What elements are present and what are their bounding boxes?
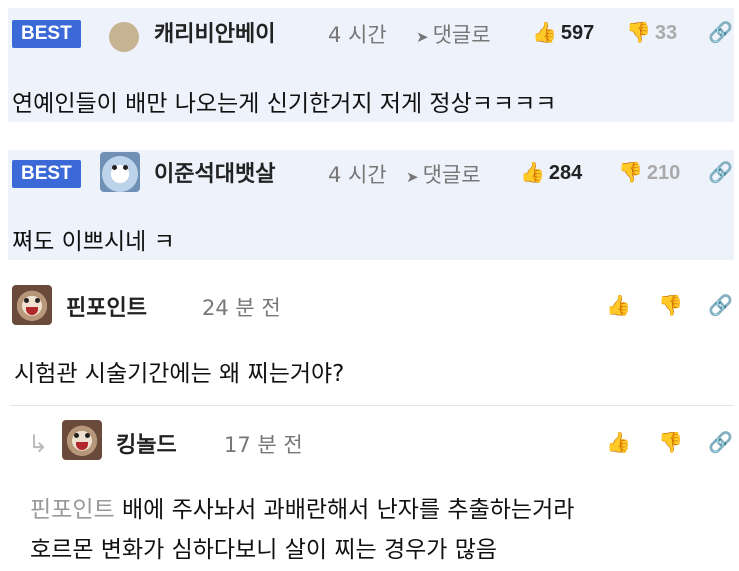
avatar[interactable] bbox=[12, 285, 52, 325]
comment-text: 연예인들이 배만 나오는게 신기한거지 저게 정상ㅋㅋㅋㅋ bbox=[12, 91, 557, 117]
avatar-eye bbox=[74, 433, 79, 438]
comment-time: 4 시간 bbox=[328, 23, 387, 47]
comment-author[interactable]: 핀포인트 bbox=[66, 290, 147, 322]
mention-link[interactable]: 핀포인트 bbox=[30, 497, 115, 523]
avatar[interactable] bbox=[100, 152, 140, 192]
comment-author[interactable]: 이준석대뱃살 bbox=[154, 156, 275, 188]
thumbs-up-icon: 👍 bbox=[532, 20, 557, 44]
thumbs-up-icon: 👍 bbox=[520, 160, 545, 184]
comment-time: 17 분 전 bbox=[224, 433, 303, 457]
reply-to-label: 댓글로 bbox=[432, 23, 491, 47]
comment: 핀포인트 24 분 전 👍 👎 🔗 시험관 시술기간에는 왜 찌는거야? bbox=[0, 275, 739, 400]
avatar[interactable] bbox=[109, 22, 139, 52]
divider bbox=[10, 405, 734, 406]
link-icon[interactable]: 🔗 bbox=[708, 293, 733, 317]
thumbs-up-icon: 👍 bbox=[606, 293, 631, 317]
thumbs-down-icon: 👎 bbox=[658, 430, 683, 454]
comment-time: 24 분 전 bbox=[202, 296, 281, 320]
reply-comment: ↳ 킹놀드 17 분 전 👍 👎 🔗 핀포인트 배에 주사놔서 과배란해서 난자… bbox=[0, 410, 739, 571]
best-badge: BEST bbox=[12, 20, 81, 48]
avatar-eye bbox=[112, 165, 117, 170]
like-button[interactable]: 👍 597 bbox=[532, 20, 594, 45]
nested-reply-icon: ↳ bbox=[28, 430, 49, 458]
comment-time: 4 시간 bbox=[328, 163, 387, 187]
reply-text: 배에 주사놔서 과배란해서 난자를 추출하는거라 bbox=[121, 497, 575, 523]
send-icon: ➤ bbox=[416, 28, 429, 46]
thumbs-down-icon: 👎 bbox=[626, 20, 651, 44]
comment-text-line-2: 호르몬 변화가 심하다보니 살이 찌는 경우가 많음 bbox=[30, 537, 498, 563]
reply-to-label: 댓글로 bbox=[422, 163, 481, 187]
reply-to-button[interactable]: ➤ 댓글로 bbox=[416, 19, 491, 49]
comment-text: 시험관 시술기간에는 왜 찌는거야? bbox=[14, 361, 345, 387]
like-button[interactable]: 👍 284 bbox=[520, 160, 582, 185]
like-button[interactable]: 👍 bbox=[606, 430, 631, 454]
avatar-mouth bbox=[76, 442, 88, 450]
dislike-button[interactable]: 👎 210 bbox=[618, 160, 680, 185]
comment-best-2: BEST 이준석대뱃살 4 시간 ➤ 댓글로 👍 284 👎 210 🔗 쪄도 이쁘시… bbox=[8, 150, 734, 260]
comment-author[interactable]: 킹놀드 bbox=[116, 427, 177, 459]
comment-text-line-1: 핀포인트 배에 주사놔서 과배란해서 난자를 추출하는거라 bbox=[30, 490, 574, 524]
avatar[interactable] bbox=[62, 420, 102, 460]
dislike-count: 210 bbox=[646, 162, 681, 184]
thumbs-down-icon: 👎 bbox=[618, 160, 643, 184]
like-count: 597 bbox=[560, 22, 595, 44]
link-icon[interactable]: 🔗 bbox=[708, 160, 733, 184]
like-count: 284 bbox=[548, 162, 583, 184]
comment-best-1: BEST 캐리비안베이 4 시간 ➤ 댓글로 👍 597 👎 33 🔗 연예인들이 배… bbox=[8, 8, 734, 122]
link-icon[interactable]: 🔗 bbox=[708, 430, 733, 454]
avatar-mouth bbox=[26, 307, 38, 315]
thumbs-up-icon: 👍 bbox=[606, 430, 631, 454]
avatar-eye bbox=[123, 165, 128, 170]
comment-author[interactable]: 캐리비안베이 bbox=[154, 16, 275, 48]
reply-to-button[interactable]: ➤ 댓글로 bbox=[406, 159, 481, 189]
dislike-button[interactable]: 👎 bbox=[658, 293, 683, 317]
link-icon[interactable]: 🔗 bbox=[708, 20, 733, 44]
dislike-count: 33 bbox=[654, 22, 678, 44]
dislike-button[interactable]: 👎 bbox=[658, 430, 683, 454]
like-button[interactable]: 👍 bbox=[606, 293, 631, 317]
send-icon: ➤ bbox=[406, 168, 419, 186]
avatar-eye bbox=[85, 433, 90, 438]
best-badge: BEST bbox=[12, 160, 81, 188]
comment-text: 쪄도 이쁘시네 ㅋ bbox=[12, 229, 175, 255]
thumbs-down-icon: 👎 bbox=[658, 293, 683, 317]
dislike-button[interactable]: 👎 33 bbox=[626, 20, 677, 45]
avatar-eye bbox=[24, 298, 29, 303]
avatar-eye bbox=[35, 298, 40, 303]
